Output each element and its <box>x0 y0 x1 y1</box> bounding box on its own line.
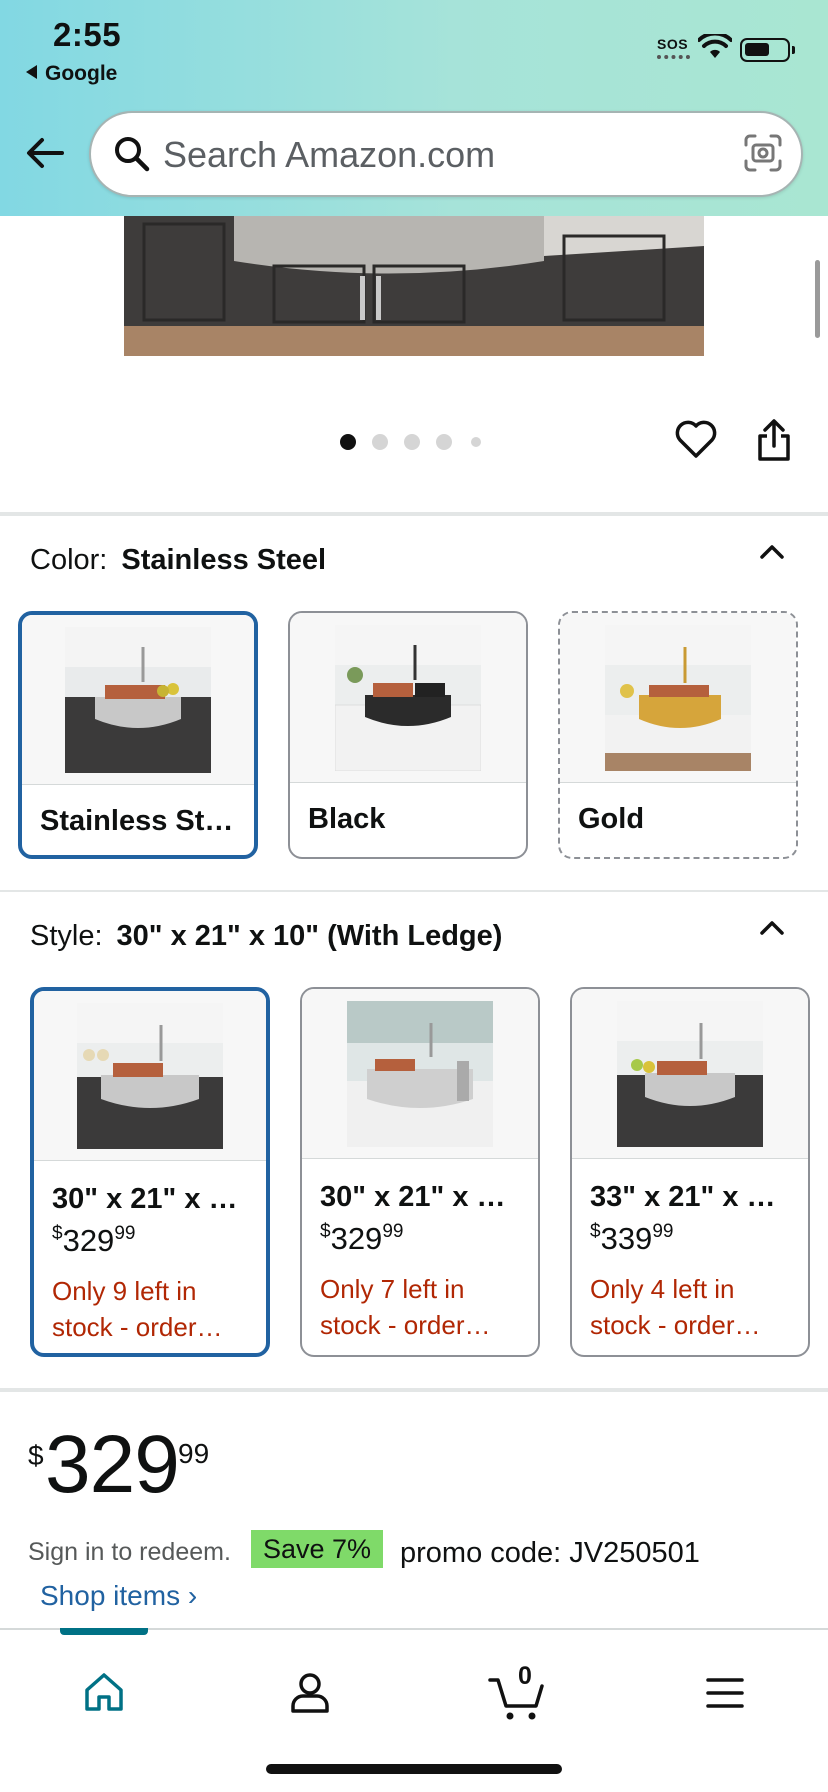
style-option-name: 30" x 21" x … <box>320 1181 506 1213</box>
shop-items-link[interactable]: Shop items › <box>40 1580 197 1612</box>
menu-icon[interactable] <box>706 1676 744 1710</box>
price-whole: 329 <box>330 1221 383 1256</box>
color-thumbnail <box>290 613 526 783</box>
home-icon[interactable] <box>82 1670 126 1714</box>
section-divider <box>0 890 828 892</box>
style-thumbnail <box>34 991 266 1161</box>
price-cents: 99 <box>114 1223 136 1244</box>
nav-active-indicator <box>60 1628 148 1635</box>
scroll-indicator <box>815 260 820 338</box>
price-whole: 339 <box>600 1221 653 1256</box>
back-app-label: Google <box>45 62 118 85</box>
back-arrow-icon[interactable] <box>24 132 66 174</box>
price-cents: 99 <box>178 1438 210 1469</box>
carousel-dot[interactable] <box>372 434 388 450</box>
sink-gold-image <box>605 624 751 771</box>
stock-warning: Only 7 left in stock - order… <box>320 1271 528 1343</box>
style-thumbnail <box>302 989 538 1159</box>
chevron-up-icon[interactable] <box>758 538 786 566</box>
search-bar[interactable] <box>89 111 803 197</box>
promo-sign-in-text: Sign in to redeem. <box>28 1538 231 1566</box>
style-option-price: $32999 <box>52 1223 135 1259</box>
stock-line: stock - order… <box>320 1310 491 1340</box>
back-to-app-link[interactable]: Google <box>26 62 117 86</box>
stock-line: Only 4 left in <box>590 1274 735 1304</box>
color-option-black[interactable]: Black <box>288 611 528 859</box>
chevron-up-icon[interactable] <box>758 914 786 942</box>
stock-warning: Only 4 left in stock - order… <box>590 1271 798 1343</box>
color-thumbnail <box>560 613 796 783</box>
color-option-name: Stainless St… <box>40 805 234 837</box>
style-option-name: 30" x 21" x … <box>52 1183 238 1215</box>
stock-line: stock - order… <box>52 1312 223 1342</box>
color-option-name: Gold <box>578 803 645 835</box>
style-thumbnail <box>572 989 808 1159</box>
account-icon[interactable] <box>288 1670 332 1714</box>
promo-badge: Save 7% <box>251 1530 384 1568</box>
style-label: Style: 30" x 21" x 10" (With Ledge) <box>30 920 502 953</box>
carousel-dot[interactable] <box>340 434 356 450</box>
section-divider <box>0 512 828 516</box>
signal-dots-icon <box>657 55 690 59</box>
color-label: Color: Stainless Steel <box>30 544 326 577</box>
style-selected-value: 30" x 21" x 10" (With Ledge) <box>116 920 503 952</box>
color-selected-value: Stainless Steel <box>121 544 327 576</box>
product-image[interactable] <box>124 216 704 356</box>
sink-style-image <box>77 1002 223 1149</box>
back-triangle-icon <box>26 65 37 79</box>
top-bar: 2:55 Google SOS <box>0 0 828 216</box>
stock-warning: Only 9 left in stock - order… <box>52 1273 256 1345</box>
carousel-dot[interactable] <box>436 434 452 450</box>
stock-line: Only 9 left in <box>52 1276 197 1306</box>
home-indicator <box>266 1764 562 1774</box>
price-currency: $ <box>28 1440 44 1471</box>
color-key: Color: <box>30 544 108 576</box>
promo-code-text: promo code: JV250501 <box>400 1537 700 1569</box>
sink-stainless-image <box>65 626 211 773</box>
search-icon <box>115 137 150 172</box>
style-option-name: 33" x 21" x … <box>590 1181 776 1213</box>
price-currency: $ <box>320 1221 331 1242</box>
sink-black-image <box>335 624 481 771</box>
style-key: Style: <box>30 920 103 952</box>
sink-style-image <box>617 1000 763 1147</box>
style-option-card[interactable]: 30" x 21" x … $32999 Only 9 left in stock… <box>30 987 270 1357</box>
carousel-dot[interactable] <box>471 437 481 447</box>
product-photo-sink-cabinet <box>124 216 704 356</box>
share-icon[interactable] <box>756 418 792 462</box>
status-time: 2:55 <box>53 16 122 53</box>
price-whole: 329 <box>45 1419 180 1510</box>
style-option-price: $33999 <box>590 1221 673 1257</box>
carousel-dot[interactable] <box>404 434 420 450</box>
sink-style-image <box>347 1000 493 1147</box>
color-thumbnail <box>22 615 254 785</box>
style-option-card[interactable]: 33" x 21" x … $33999 Only 4 left in stock… <box>570 987 810 1357</box>
cart-count: 0 <box>518 1662 532 1690</box>
camera-scan-icon[interactable] <box>743 133 783 173</box>
stock-line: stock - order… <box>590 1310 761 1340</box>
price-currency: $ <box>52 1223 63 1244</box>
style-option-price: $32999 <box>320 1221 403 1257</box>
color-option-stainless[interactable]: Stainless St… <box>18 611 258 859</box>
price-cents: 99 <box>382 1221 404 1242</box>
search-input[interactable] <box>163 127 723 183</box>
battery-icon <box>740 38 795 62</box>
wifi-icon <box>698 34 732 58</box>
section-divider <box>0 1388 828 1392</box>
price-currency: $ <box>590 1221 601 1242</box>
color-option-gold[interactable]: Gold <box>558 611 798 859</box>
cart-icon[interactable] <box>488 1672 546 1722</box>
style-option-card[interactable]: 30" x 21" x … $32999 Only 7 left in stock… <box>300 987 540 1357</box>
heart-icon[interactable] <box>675 420 717 460</box>
sos-indicator: SOS <box>657 36 689 52</box>
price-whole: 329 <box>62 1223 115 1258</box>
color-option-name: Black <box>308 803 386 835</box>
stock-line: Only 7 left in <box>320 1274 465 1304</box>
price-cents: 99 <box>652 1221 674 1242</box>
